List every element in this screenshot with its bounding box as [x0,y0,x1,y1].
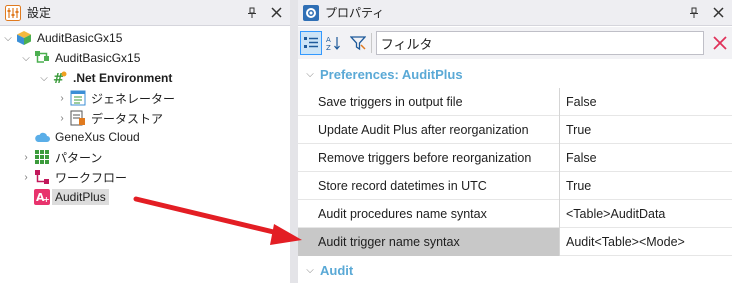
properties-panel-header: プロパティ [298,0,732,26]
tree-item-label: AuditPlus [52,189,109,205]
category-preferences-auditplus[interactable]: ⌵ Preferences: AuditPlus [298,61,732,87]
filter-input[interactable] [432,33,704,53]
tree-item-datastore[interactable]: › データストア [56,108,163,128]
property-row[interactable]: Audit procedures name syntax <Table>Audi… [298,200,732,228]
tree-item-label: AuditBasicGx15 [55,51,141,65]
property-value[interactable]: False [560,88,732,116]
properties-gear-icon [303,4,319,21]
chevron-down-icon[interactable]: ⌵ [300,69,320,80]
chevron-down-icon[interactable]: ⌵ [20,48,32,68]
clear-filter-button[interactable] [708,31,732,55]
settings-panel-title: 設定 [27,6,52,20]
sort-az-icon: A Z [326,36,341,51]
property-row[interactable]: Update Audit Plus after reorganization T… [298,116,732,144]
tree-item-kb[interactable]: ⌵ AuditBasicGx15 [2,28,122,48]
generator-icon [70,90,86,106]
category-audit[interactable]: ⌵ Audit [298,257,732,283]
pin-icon[interactable] [242,3,262,23]
property-name: Audit trigger name syntax [298,228,560,256]
property-name: Update Audit Plus after reorganization [298,116,560,144]
chevron-right-icon[interactable]: › [20,167,32,187]
workflow-icon [34,169,50,185]
property-row-selected[interactable]: Audit trigger name syntax Audit<Table><M… [298,228,732,256]
close-icon[interactable] [708,3,728,23]
chevron-right-icon[interactable]: › [56,88,68,108]
tree-item-label: データストア [91,111,164,126]
tree-item-label: GeneXus Cloud [55,130,140,144]
tree-item-version[interactable]: ⌵ AuditBasicGx15 [20,48,140,68]
chevron-down-icon[interactable]: ⌵ [300,265,320,276]
property-value[interactable]: True [560,172,732,200]
tree-item-label: ジェネレーター [91,91,176,106]
datastore-icon [70,110,86,126]
tree-item-workflow[interactable]: › ワークフロー [20,167,127,187]
settings-panel-header: 設定 [0,0,290,26]
category-label: Audit [320,262,354,278]
property-name: Save triggers in output file [298,88,560,116]
tree-item-label: AuditBasicGx15 [37,31,123,45]
svg-text:Z: Z [326,44,331,51]
tree-item-patterns[interactable]: › パターン [20,147,102,167]
properties-toolbar: A Z フィルタ [298,27,732,59]
funnel-icon [349,36,366,51]
property-name: Store record datetimes in UTC [298,172,560,200]
property-row[interactable]: Save triggers in output file False [298,88,732,116]
tree-item-generator[interactable]: › ジェネレーター [56,88,175,108]
toolbar-separator [370,33,372,53]
tree-item-label: ワークフロー [55,170,128,185]
tree-item-dotnet-environment[interactable]: ⌵ # .Net Environment [38,68,172,88]
dotnet-environment-icon: # [52,70,68,86]
property-row[interactable]: Remove triggers before reorganization Fa… [298,144,732,172]
property-value[interactable]: False [560,144,732,172]
property-value[interactable]: Audit<Table><Mode> [560,228,732,256]
property-name: Audit procedures name syntax [298,200,560,228]
category-label: Preferences: AuditPlus [320,66,463,82]
alphabetical-sort-button[interactable]: A Z [324,31,346,55]
tree-item-auditplus[interactable]: A + AuditPlus [20,187,109,207]
auditplus-icon: A + [34,189,50,205]
filter-button[interactable] [347,31,369,55]
version-tree-icon [34,50,50,66]
properties-panel-title: プロパティ [325,6,385,20]
tree-item-label: .Net Environment [73,71,173,85]
settings-panel: 設定 ⌵ AuditBasicGx15 ⌵ AuditBasicGx15 ⌵ #… [0,0,290,283]
chevron-right-icon[interactable]: › [56,108,68,128]
property-row[interactable]: Store record datetimes in UTC True [298,172,732,200]
clear-x-icon [713,36,727,50]
categorized-icon [303,37,318,48]
categorized-view-button[interactable] [300,31,322,55]
pin-icon[interactable] [684,3,704,23]
chevron-down-icon[interactable]: ⌵ [38,68,50,88]
property-value[interactable]: True [560,116,732,144]
chevron-down-icon[interactable]: ⌵ [2,28,14,48]
filter-label: フィルタ [380,36,433,52]
property-value[interactable]: <Table>AuditData [560,200,732,228]
cloud-icon [34,129,50,145]
panel-splitter[interactable] [290,0,298,283]
property-name: Remove triggers before reorganization [298,144,560,172]
close-icon[interactable] [266,3,286,23]
svg-text:A: A [326,36,331,44]
patterns-grid-icon [34,149,50,165]
tree-item-label: パターン [55,150,103,165]
filter-box: フィルタ [375,31,705,55]
kb-cube-icon [16,30,32,46]
tree-item-genexus-cloud[interactable]: GeneXus Cloud [20,127,140,147]
settings-sliders-icon [5,4,21,21]
chevron-right-icon[interactable]: › [20,147,32,167]
svg-text:+: + [43,195,50,204]
properties-panel: プロパティ A Z フィルタ ⌵ Preferences: AuditPlus … [298,0,732,283]
